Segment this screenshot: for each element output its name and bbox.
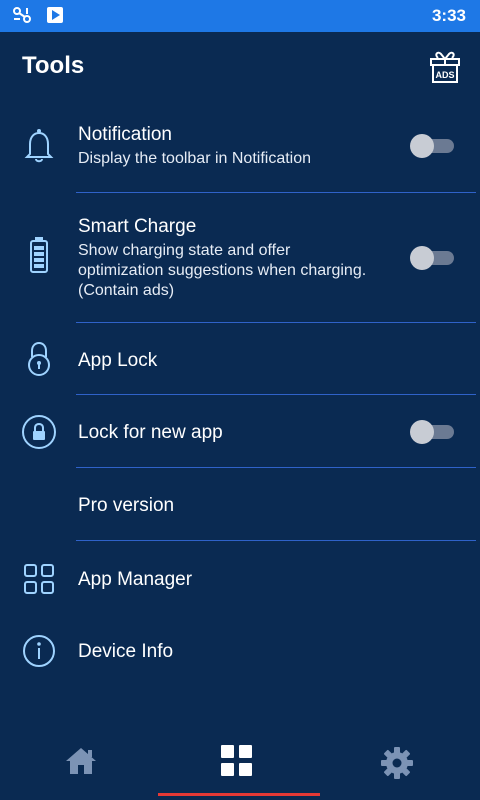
ads-badge-text: ADS <box>435 70 454 80</box>
status-time: 3:33 <box>431 6 466 25</box>
nav-tab-home[interactable] <box>40 740 120 790</box>
divider <box>76 322 476 323</box>
item-app-lock[interactable]: App Lock <box>0 330 480 394</box>
item-device-info[interactable]: Device Info <box>0 620 480 684</box>
divider <box>76 394 476 395</box>
item-lock-new-app[interactable]: Lock for new app <box>0 400 480 466</box>
home-icon <box>66 748 96 774</box>
item-pro-version[interactable]: Pro version <box>0 474 480 540</box>
item-label: App Manager <box>78 569 193 590</box>
item-smart-charge[interactable]: Smart Charge Show charging state and off… <box>0 204 480 322</box>
item-label: Notification <box>78 124 172 145</box>
status-bar: 3:33 <box>0 0 480 32</box>
settings-gear-icon <box>381 747 413 779</box>
gift-icon: ADS <box>430 51 460 83</box>
gift-ads-button[interactable]: ADS <box>428 50 462 84</box>
bottom-navigation <box>0 730 480 800</box>
item-label: App Lock <box>78 350 158 371</box>
item-label: Pro version <box>78 495 175 516</box>
notification-toggle[interactable] <box>410 134 456 158</box>
smart-charge-toggle[interactable] <box>410 246 456 270</box>
nav-tab-settings[interactable] <box>356 740 436 790</box>
tools-screen: 3:33 Tools ADS Notification Display the <box>0 0 480 800</box>
grid-icon <box>20 561 58 599</box>
divider <box>76 467 476 468</box>
item-notification[interactable]: Notification Display the toolbar in Noti… <box>0 112 480 192</box>
tools-grid-icon <box>221 745 252 776</box>
item-description: Display the toolbar in Notification <box>78 150 312 167</box>
play-store-icon <box>46 6 64 29</box>
lock-new-app-toggle[interactable] <box>410 420 456 444</box>
item-label: Smart Charge <box>78 216 197 237</box>
page-title: Tools <box>22 52 85 79</box>
item-description: Show charging state and offer optimizati… <box>78 242 367 299</box>
item-app-manager[interactable]: App Manager <box>0 548 480 612</box>
active-tab-indicator <box>158 793 320 796</box>
app-header: Tools ADS <box>0 32 480 102</box>
circle-lock-icon <box>20 413 58 451</box>
battery-icon <box>20 236 58 274</box>
divider <box>76 540 476 541</box>
item-label: Lock for new app <box>78 422 223 443</box>
tether-icon <box>12 6 32 29</box>
bell-icon <box>20 126 58 164</box>
nav-tab-tools[interactable] <box>198 740 278 790</box>
divider <box>76 192 476 193</box>
padlock-icon <box>20 340 58 378</box>
info-icon <box>20 632 58 670</box>
item-label: Device Info <box>78 641 174 662</box>
